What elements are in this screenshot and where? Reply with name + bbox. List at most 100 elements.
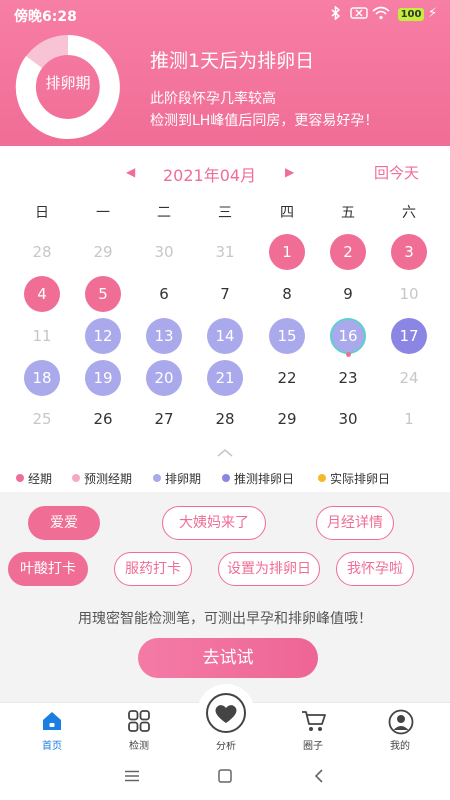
weekday-label: 五	[341, 205, 355, 221]
shopping-cart-icon	[302, 711, 326, 731]
calendar-day[interactable]: 30	[330, 401, 366, 437]
charging-icon: ⚡	[428, 6, 438, 21]
legend-item: 推测排卵日	[222, 470, 294, 487]
calendar-day[interactable]: 20	[146, 360, 182, 396]
tab-community[interactable]: 圈子	[268, 703, 358, 755]
legend-item: 排卵期	[153, 470, 201, 487]
calendar-day[interactable]: 18	[24, 360, 60, 396]
legend-label: 经期	[28, 472, 53, 486]
calendar-day[interactable]: 10	[391, 276, 427, 312]
calendar-day[interactable]: 13	[146, 318, 182, 354]
menu-icon[interactable]	[124, 770, 140, 782]
legend-item: 实际排卵日	[318, 470, 390, 487]
chip-set-ovulation-day[interactable]: 设置为排卵日	[218, 552, 320, 586]
battery-indicator: 100	[398, 8, 424, 21]
chip-medication-checkin[interactable]: 服药打卡	[114, 552, 192, 586]
calendar-day[interactable]: 22	[269, 360, 305, 396]
legend-dot-icon	[72, 474, 80, 482]
system-nav-bar	[0, 754, 450, 800]
legend-label: 排卵期	[165, 472, 202, 486]
prev-month-arrow-icon[interactable]: ◀	[126, 165, 135, 179]
tab-label: 圈子	[303, 741, 323, 752]
calendar-day[interactable]: 1	[391, 401, 427, 437]
back-icon[interactable]	[314, 769, 324, 783]
calendar-day[interactable]: 8	[269, 276, 305, 312]
chevron-up-icon[interactable]	[215, 448, 235, 458]
prediction-line-1: 此阶段怀孕几率较高	[150, 91, 276, 107]
status-time: 傍晚6:28	[14, 9, 77, 25]
calendar-day[interactable]: 29	[85, 234, 121, 270]
status-bar: 傍晚6:28 100 ⚡	[0, 0, 450, 28]
home-square-icon[interactable]	[218, 769, 232, 783]
tab-mine[interactable]: 我的	[355, 703, 445, 755]
calendar-day[interactable]: 27	[146, 401, 182, 437]
home-icon	[43, 712, 61, 730]
calendar: ◀ 2021年04月 ▶ 回今天 日一二三四五六 28 29 30 31 1 2 3 4 5 6 7…	[0, 146, 450, 466]
try-now-button[interactable]: 去试试	[138, 638, 318, 678]
prediction-line-2: 检测到LH峰值后同房，更容易好孕！	[150, 113, 379, 129]
legend-dot-icon	[16, 474, 24, 482]
weekday-label: 一	[96, 205, 110, 221]
chip-i-am-pregnant[interactable]: 我怀孕啦	[336, 552, 414, 586]
grid-icon	[128, 710, 150, 732]
bluetooth-icon	[330, 5, 342, 24]
calendar-legend: 经期 预测经期 排卵期 推测排卵日 实际排卵日	[0, 466, 450, 492]
calendar-day[interactable]: 19	[85, 360, 121, 396]
calendar-day[interactable]: 12	[85, 318, 121, 354]
ring-phase-label: 排卵期	[45, 74, 91, 92]
user-avatar-icon	[388, 709, 414, 735]
calendar-day-today[interactable]: 16	[330, 318, 366, 354]
tab-test[interactable]: 检测	[94, 703, 184, 755]
promo-text: 用瑰密智能检测笔，可测出早孕和排卵峰值哦！	[78, 611, 372, 627]
today-marker-dot	[345, 352, 351, 357]
wifi-icon	[372, 6, 390, 24]
legend-item: 预测经期	[72, 470, 132, 487]
month-title: 2021年04月	[163, 166, 257, 185]
sim-card-icon	[350, 7, 368, 23]
calendar-day[interactable]: 28	[24, 234, 60, 270]
weekday-label: 日	[35, 205, 49, 221]
calendar-day[interactable]: 26	[85, 401, 121, 437]
calendar-day[interactable]: 29	[269, 401, 305, 437]
calendar-day[interactable]: 5	[85, 276, 121, 312]
chip-make-love[interactable]: 爱爱	[28, 506, 100, 540]
weekday-label: 二	[157, 205, 171, 221]
tab-home[interactable]: 首页	[7, 703, 97, 755]
calendar-day[interactable]: 24	[391, 360, 427, 396]
back-to-today-button[interactable]: 回今天	[374, 162, 419, 183]
legend-label: 推测排卵日	[234, 472, 295, 486]
calendar-day[interactable]: 23	[330, 360, 366, 396]
tab-label: 首页	[42, 741, 62, 752]
weekday-label: 三	[218, 205, 232, 221]
heart-icon[interactable]	[206, 693, 246, 733]
calendar-day[interactable]: 9	[330, 276, 366, 312]
tab-label: 我的	[390, 741, 410, 752]
weekday-label: 六	[402, 205, 416, 221]
chip-period-details[interactable]: 月经详情	[316, 506, 394, 540]
calendar-day[interactable]: 28	[207, 401, 243, 437]
calendar-day[interactable]: 30	[146, 234, 182, 270]
calendar-day[interactable]: 6	[146, 276, 182, 312]
legend-item: 经期	[16, 470, 52, 487]
calendar-day[interactable]: 31	[207, 234, 243, 270]
calendar-day[interactable]: 3	[391, 234, 427, 270]
legend-dot-icon	[153, 474, 161, 482]
legend-dot-icon	[318, 474, 326, 482]
chip-folic-acid-checkin[interactable]: 叶酸打卡	[8, 552, 88, 586]
calendar-day[interactable]: 14	[207, 318, 243, 354]
calendar-day[interactable]: 1	[269, 234, 305, 270]
calendar-day[interactable]: 17	[391, 318, 427, 354]
calendar-day[interactable]: 25	[24, 401, 60, 437]
weekday-label: 四	[280, 205, 294, 221]
tab-label: 检测	[129, 741, 149, 752]
calendar-day[interactable]: 21	[207, 360, 243, 396]
calendar-day[interactable]: 2	[330, 234, 366, 270]
calendar-day[interactable]: 15	[269, 318, 305, 354]
quick-actions-panel: 爱爱 大姨妈来了 月经详情叶酸打卡 服药打卡 设置为排卵日 我怀孕啦 用瑰密智能检测笔，可…	[0, 492, 450, 702]
calendar-day[interactable]: 7	[207, 276, 243, 312]
calendar-day[interactable]: 11	[24, 318, 60, 354]
calendar-day[interactable]: 4	[24, 276, 60, 312]
next-month-arrow-icon[interactable]: ▶	[285, 165, 294, 179]
legend-dot-icon	[222, 474, 230, 482]
chip-period-started[interactable]: 大姨妈来了	[162, 506, 266, 540]
